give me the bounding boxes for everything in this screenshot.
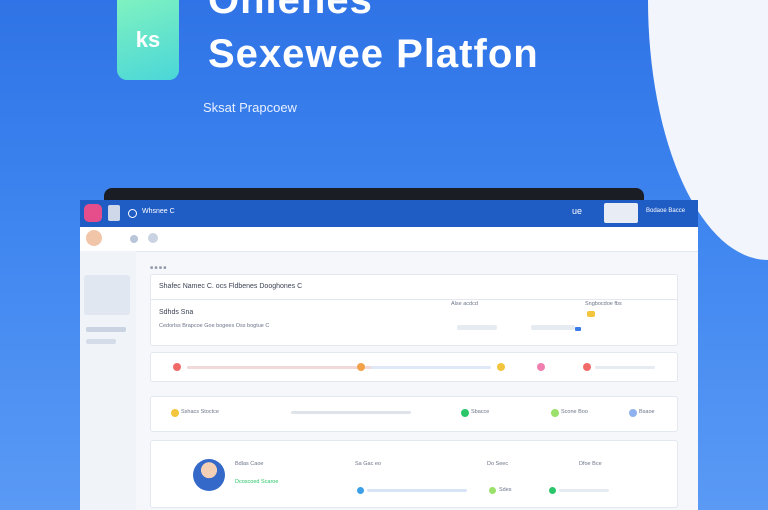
action-chip[interactable]	[531, 325, 575, 330]
sidebar-item[interactable]	[86, 339, 116, 344]
status-track	[291, 411, 411, 414]
profile-bar-2	[559, 489, 609, 492]
app-window-title: Whsnee C	[142, 208, 175, 215]
status-c-label: Bsaoe	[639, 409, 655, 415]
status-dot-blue	[575, 327, 581, 331]
filter-label: Sshacs Stoctce	[181, 409, 219, 415]
status-b-label: Scone Boo	[561, 409, 588, 415]
header-stat: Bodaoe Bacce	[646, 208, 686, 214]
profile-name: Bdlas Caoe	[235, 461, 264, 467]
profile-avatar[interactable]	[193, 459, 225, 491]
row-right-value: Sngbocdoe fbs	[585, 301, 622, 307]
profile-subtitle: Dcoscoed Scaroe	[235, 479, 279, 485]
filter-dot-yellow[interactable]	[497, 363, 505, 371]
row-subtext: Cedorlss Brapcoe Goe bogees Oss bogtue C	[159, 323, 270, 329]
tag-icon-green	[489, 487, 496, 494]
sidebar	[80, 251, 136, 510]
filter-dot-orange[interactable]	[357, 363, 365, 371]
hero-tagline: Sksat Prapcoew	[203, 100, 297, 115]
sidebar-item[interactable]	[86, 327, 126, 332]
filter-dot-pink[interactable]	[537, 363, 545, 371]
person-icon-2[interactable]	[148, 233, 158, 243]
profile-tag: Sdes	[499, 487, 512, 493]
hero-title-line1: Onlenes	[208, 0, 373, 22]
hero-title-line2: Sexewee Platfon	[208, 32, 539, 76]
divider	[151, 299, 677, 300]
profile-progress	[367, 489, 467, 492]
app-screen: Whsnee C ue Bodaoe Bacce ■ ■ ■ ■ Shafec …	[80, 200, 698, 510]
info-icon-blue	[357, 487, 364, 494]
panel-header: ■ ■ ■ ■	[150, 256, 678, 271]
header-right-label: ue	[572, 206, 583, 216]
status-icon-green	[461, 409, 469, 417]
profile-icon[interactable]	[86, 230, 102, 246]
preview-thumbnail[interactable]	[604, 203, 638, 223]
status-a-label: Sbacce	[471, 409, 490, 415]
sidebar-card[interactable]	[84, 275, 130, 315]
filter-row	[150, 352, 678, 382]
status-dot-yellow	[587, 311, 595, 317]
tag-icon-green-2	[549, 487, 556, 494]
action-chip[interactable]	[457, 325, 497, 330]
filter-track[interactable]	[371, 366, 491, 369]
status-icon-green-2	[551, 409, 559, 417]
profile-column-3: Dfoe Bce	[579, 461, 602, 467]
circle-icon	[128, 209, 137, 218]
panel-title: Shafec Namec C. ocs Fldbenes Dooghones C	[159, 283, 303, 290]
app-subbar	[80, 227, 698, 252]
brand-logo: ks	[117, 0, 179, 80]
status-row: Sshacs Stoctce Sbacce Scone Boo Bsaoe	[150, 396, 678, 432]
person-icon[interactable]	[130, 235, 138, 243]
brand-logo-text: ks	[135, 27, 161, 52]
profile-column-1: Sa Gac eo	[355, 461, 381, 467]
profile-panel: Bdlas Caoe Dcoscoed Scaroe Sa Gac eo Do …	[150, 440, 678, 508]
status-icon-yellow	[171, 409, 179, 417]
user-avatar[interactable]	[108, 205, 120, 221]
filter-dot-red-2[interactable]	[583, 363, 591, 371]
profile-column-2: Do Seec	[487, 461, 509, 467]
row-mid-value: Alse acdcd	[451, 301, 478, 307]
app-topbar: Whsnee C ue Bodaoe Bacce	[80, 200, 698, 227]
details-panel: Shafec Namec C. ocs Fldbenes Dooghones C…	[150, 274, 678, 346]
breadcrumb: ■ ■ ■ ■	[150, 265, 167, 271]
filter-track[interactable]	[595, 366, 655, 369]
app-logo-icon[interactable]	[84, 204, 102, 222]
status-icon-blue	[629, 409, 637, 417]
filter-dot-red[interactable]	[173, 363, 181, 371]
row-label: Sdhds Sna	[159, 309, 194, 316]
